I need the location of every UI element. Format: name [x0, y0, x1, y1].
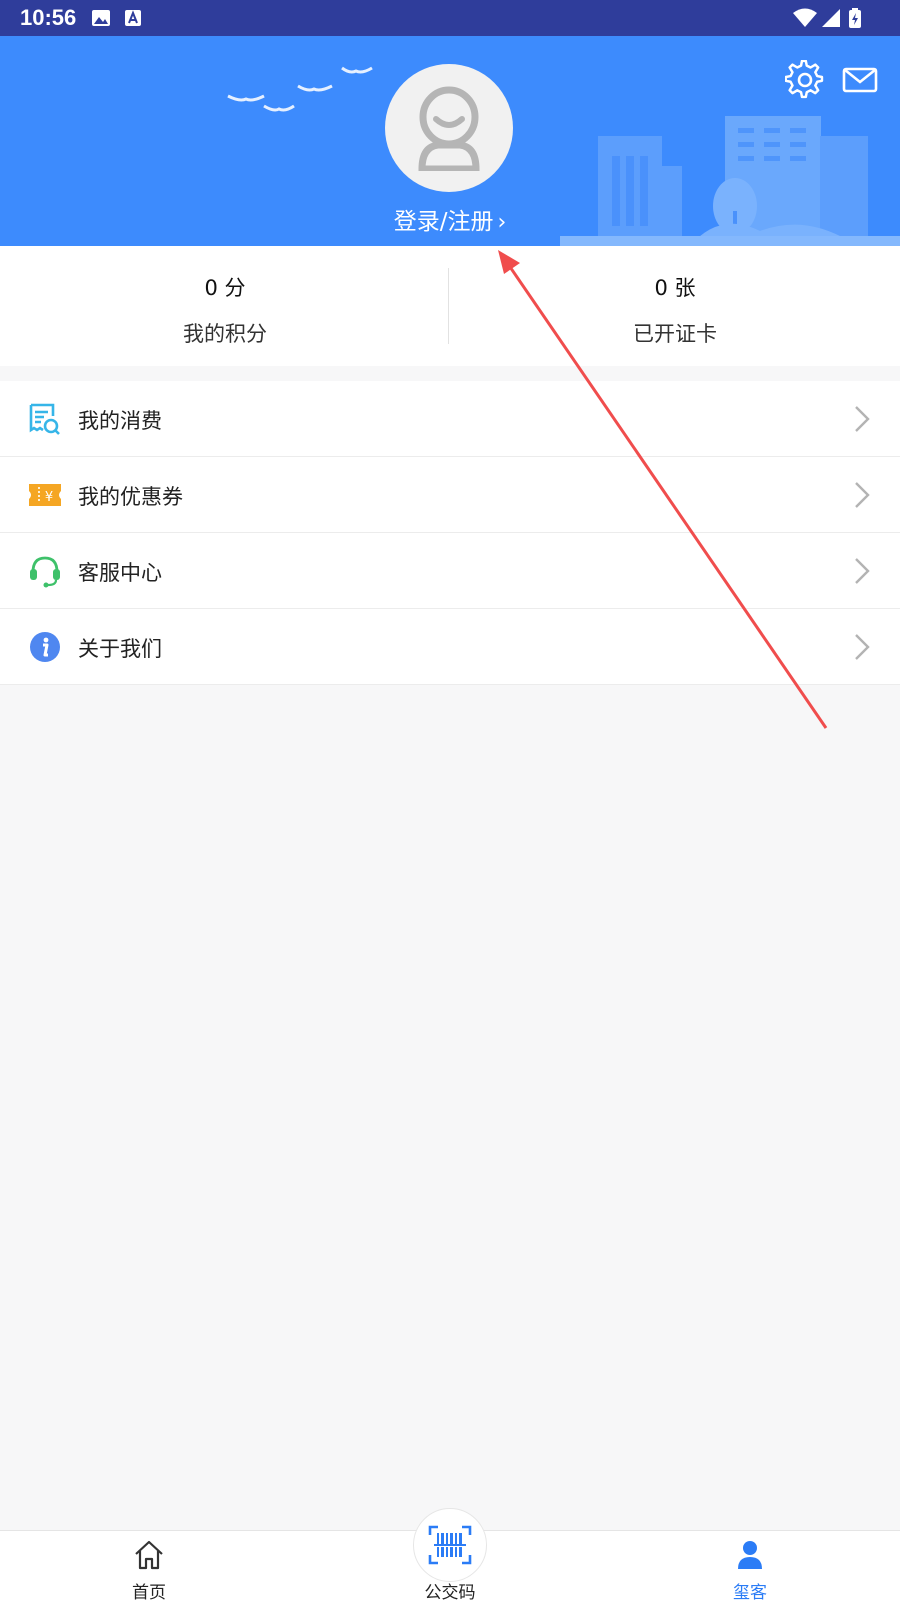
status-bar: 10:56 — [0, 0, 900, 36]
menu-label: 关于我们 — [78, 637, 162, 661]
menu-item-coupons[interactable]: ¥ 我的优惠券 — [0, 457, 900, 533]
points-value: 0 分 — [204, 276, 246, 300]
menu-item-about-us[interactable]: 关于我们 — [0, 609, 900, 685]
menu-label: 我的优惠券 — [78, 485, 183, 509]
stats-divider — [448, 268, 449, 344]
mail-icon[interactable] — [842, 60, 878, 100]
cards-label: 已开证卡 — [633, 322, 717, 346]
menu-item-consumption[interactable]: 我的消费 — [0, 381, 900, 457]
tab-profile[interactable]: 玺客 — [650, 1531, 850, 1600]
settings-icon[interactable] — [785, 60, 825, 100]
menu-item-customer-service[interactable]: 客服中心 — [0, 533, 900, 609]
text-notification-icon — [125, 10, 141, 26]
points-stat[interactable]: 0 分 我的积分 — [0, 246, 450, 366]
status-time: 10:56 — [20, 5, 77, 30]
user-placeholder-icon — [418, 86, 480, 171]
headset-icon — [30, 556, 60, 588]
home-icon — [135, 1540, 163, 1570]
signal-icon — [822, 9, 840, 27]
points-label: 我的积分 — [183, 322, 267, 346]
menu-list: 我的消费 ¥ 我的优惠券 客服中心 关于我们 — [0, 381, 900, 685]
tab-label: 首页 — [132, 1583, 166, 1600]
cards-value: 0 张 — [654, 276, 696, 300]
tab-label: 玺客 — [733, 1583, 767, 1600]
svg-text:¥: ¥ — [45, 490, 53, 505]
cards-stat[interactable]: 0 张 已开证卡 — [450, 246, 900, 366]
bus-code-button[interactable] — [413, 1508, 487, 1582]
person-icon — [738, 1541, 762, 1569]
coupon-icon: ¥ — [29, 484, 61, 506]
chevron-right-icon — [855, 558, 870, 584]
menu-label: 客服中心 — [78, 561, 162, 585]
login-register-link[interactable]: 登录/注册 › — [0, 202, 900, 236]
login-register-label: 登录/注册 — [393, 209, 494, 235]
image-notification-icon — [92, 10, 110, 26]
avatar[interactable] — [385, 64, 513, 192]
battery-icon — [849, 8, 861, 28]
wifi-icon — [793, 8, 817, 27]
chevron-right-icon — [855, 406, 870, 432]
chevron-right-icon — [855, 634, 870, 660]
barcode-scan-icon — [428, 1525, 472, 1565]
tab-home[interactable]: 首页 — [49, 1531, 249, 1600]
chevron-right-icon: › — [497, 210, 507, 235]
stats-panel: 0 分 我的积分 0 张 已开证卡 — [0, 246, 900, 366]
menu-label: 我的消费 — [78, 409, 162, 433]
profile-header: 登录/注册 › — [0, 36, 900, 246]
receipt-icon — [29, 403, 60, 435]
chevron-right-icon — [855, 482, 870, 508]
info-icon — [30, 632, 60, 662]
